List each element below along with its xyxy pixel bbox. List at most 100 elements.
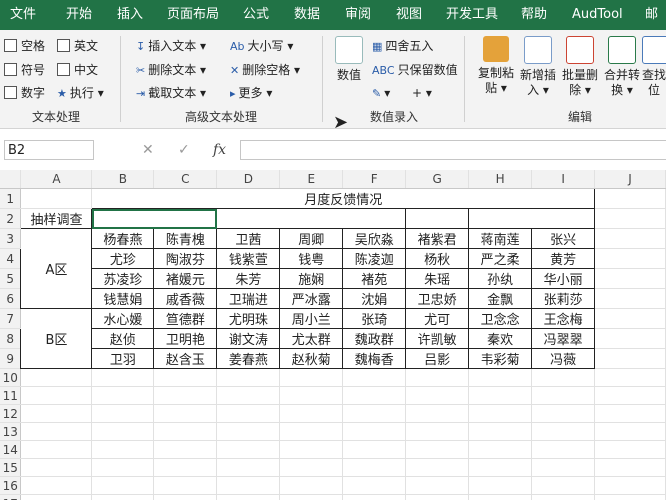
- name-cell[interactable]: 卫忠娇: [405, 288, 470, 309]
- empty-cell[interactable]: [594, 458, 666, 477]
- name-cell[interactable]: 钱粤: [279, 248, 344, 269]
- tab-help[interactable]: 帮助: [521, 0, 547, 30]
- empty-cell[interactable]: [279, 422, 344, 441]
- name-cell[interactable]: 魏梅香: [342, 348, 407, 369]
- column-header-i[interactable]: I: [531, 170, 596, 189]
- name-cell[interactable]: 陶淑芬: [153, 248, 218, 269]
- column-header-j[interactable]: J: [594, 170, 666, 189]
- name-cell[interactable]: 尤太群: [279, 328, 344, 349]
- empty-cell[interactable]: [342, 440, 407, 459]
- empty-cell[interactable]: [594, 440, 666, 459]
- empty-cell[interactable]: [594, 422, 666, 441]
- empty-cell[interactable]: [531, 422, 596, 441]
- empty-cell[interactable]: [216, 458, 281, 477]
- empty-cell[interactable]: [342, 368, 407, 387]
- empty-cell[interactable]: [216, 440, 281, 459]
- empty-cell[interactable]: [91, 458, 155, 477]
- empty-cell[interactable]: [153, 368, 218, 387]
- name-cell[interactable]: 赵含玉: [153, 348, 218, 369]
- row-header-11[interactable]: 11: [0, 386, 22, 405]
- empty-cell[interactable]: [342, 476, 407, 495]
- row-header-7[interactable]: 7: [0, 308, 22, 329]
- row-header-13[interactable]: 13: [0, 422, 22, 441]
- name-cell[interactable]: 杨春燕: [91, 228, 155, 249]
- check-chinese[interactable]: 中文: [57, 62, 98, 78]
- empty-cell[interactable]: [153, 422, 218, 441]
- check-english[interactable]: 英文: [57, 38, 98, 54]
- keep-value-button[interactable]: ABC 只保留数值: [372, 62, 458, 79]
- cell-h2[interactable]: [468, 208, 596, 229]
- batch-delete-button[interactable]: 批量删除 ▾: [560, 36, 600, 98]
- empty-cell[interactable]: [405, 422, 470, 441]
- name-cell[interactable]: 卫念念: [468, 308, 533, 329]
- empty-cell[interactable]: [531, 494, 596, 500]
- name-cell[interactable]: 钱紫萱: [216, 248, 281, 269]
- name-cell[interactable]: 华小丽: [531, 268, 596, 289]
- extract-text-button[interactable]: ⇥ 截取文本 ▾: [136, 85, 206, 102]
- empty-cell[interactable]: [405, 458, 470, 477]
- empty-cell[interactable]: [20, 458, 93, 477]
- tab-page-layout[interactable]: 页面布局: [167, 0, 219, 30]
- empty-cell[interactable]: [20, 476, 93, 495]
- name-cell[interactable]: 钱慧娟: [91, 288, 155, 309]
- check-space[interactable]: 空格: [4, 38, 45, 54]
- cancel-icon[interactable]: ✕: [142, 142, 154, 158]
- zone-a-cell[interactable]: A区: [20, 228, 93, 309]
- empty-cell[interactable]: [216, 422, 281, 441]
- empty-cell[interactable]: [279, 386, 344, 405]
- empty-cell[interactable]: [594, 328, 666, 349]
- copy-paste-button[interactable]: 复制粘贴 ▾: [476, 36, 516, 96]
- insert-text-button[interactable]: ↧ 插入文本 ▾: [136, 38, 206, 55]
- row-header-14[interactable]: 14: [0, 440, 22, 459]
- empty-cell[interactable]: [531, 440, 596, 459]
- empty-cell[interactable]: [279, 476, 344, 495]
- row-header-1[interactable]: 1: [0, 188, 22, 209]
- column-header-d[interactable]: D: [216, 170, 281, 189]
- empty-cell[interactable]: [91, 440, 155, 459]
- name-cell[interactable]: 周小兰: [279, 308, 344, 329]
- empty-cell[interactable]: [594, 348, 666, 369]
- name-cell[interactable]: 姜春燕: [216, 348, 281, 369]
- name-cell[interactable]: 张琦: [342, 308, 407, 329]
- name-box[interactable]: B2: [4, 140, 94, 160]
- empty-cell[interactable]: [216, 386, 281, 405]
- name-cell[interactable]: 魏政群: [342, 328, 407, 349]
- fx-icon[interactable]: fx: [213, 142, 226, 158]
- check-symbol[interactable]: 符号: [4, 62, 45, 78]
- name-cell[interactable]: 施娴: [279, 268, 344, 289]
- add-dropdown[interactable]: + ▾: [412, 85, 432, 101]
- empty-cell[interactable]: [594, 476, 666, 495]
- row-header-2[interactable]: 2: [0, 208, 22, 229]
- empty-cell[interactable]: [468, 476, 533, 495]
- add-insert-button[interactable]: 新增插入 ▾: [518, 36, 558, 98]
- row-header-10[interactable]: 10: [0, 368, 22, 387]
- delete-text-button[interactable]: ✂ 删除文本 ▾: [136, 62, 206, 79]
- row-header-3[interactable]: 3: [0, 228, 22, 249]
- name-cell[interactable]: 许凯敏: [405, 328, 470, 349]
- name-cell[interactable]: 陈凌迦: [342, 248, 407, 269]
- name-cell[interactable]: 王念梅: [531, 308, 596, 329]
- empty-cell[interactable]: [279, 368, 344, 387]
- round-button[interactable]: ▦ 四舍五入: [372, 38, 433, 55]
- empty-cell[interactable]: [342, 458, 407, 477]
- empty-cell[interactable]: [91, 476, 155, 495]
- empty-cell[interactable]: [468, 440, 533, 459]
- empty-cell[interactable]: [279, 458, 344, 477]
- row-header-12[interactable]: 12: [0, 404, 22, 423]
- empty-cell[interactable]: [468, 458, 533, 477]
- column-header-c[interactable]: C: [153, 170, 218, 189]
- empty-cell[interactable]: [468, 368, 533, 387]
- row-header-9[interactable]: 9: [0, 348, 22, 369]
- column-header-b[interactable]: B: [91, 170, 155, 189]
- tab-audtool[interactable]: AudTool: [572, 0, 623, 30]
- cell-b2-selected[interactable]: [91, 208, 218, 229]
- name-cell[interactable]: 卫羽: [91, 348, 155, 369]
- empty-cell[interactable]: [20, 422, 93, 441]
- name-cell[interactable]: 沈娟: [342, 288, 407, 309]
- tab-formulas[interactable]: 公式: [243, 0, 269, 30]
- column-header-g[interactable]: G: [405, 170, 470, 189]
- execute-button[interactable]: ★ 执行 ▾: [57, 85, 104, 102]
- cell-g2[interactable]: [405, 208, 470, 229]
- name-cell[interactable]: 严冰露: [279, 288, 344, 309]
- row-header-4[interactable]: 4: [0, 248, 22, 269]
